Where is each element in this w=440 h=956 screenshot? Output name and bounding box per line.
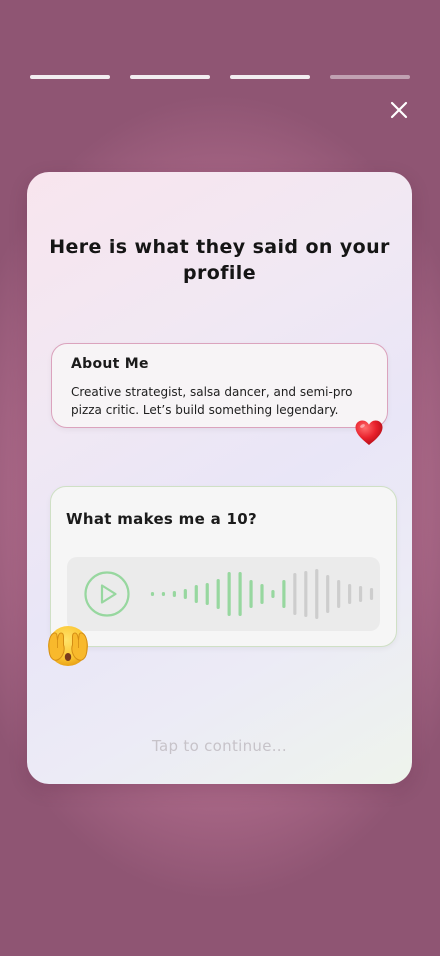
story-progress-segment — [330, 75, 410, 79]
about-me-heading: About Me — [71, 356, 149, 372]
about-me-card: About Me Creative strategist, salsa danc… — [51, 343, 388, 428]
close-icon — [390, 101, 408, 119]
audio-waveform[interactable] — [147, 567, 377, 621]
waveform-bar — [282, 580, 286, 608]
tap-to-continue-hint: Tap to continue... — [152, 737, 287, 755]
waveform-bar — [194, 585, 198, 603]
waveform-bar — [271, 590, 275, 598]
story-progress-segment — [30, 75, 110, 79]
waveform-bar — [150, 592, 155, 596]
page-title: Here is what they said on your profile — [49, 236, 390, 284]
face-with-hand-over-eyes-emoji — [48, 626, 88, 666]
play-button[interactable] — [84, 571, 130, 617]
story-progress-segment — [130, 75, 210, 79]
waveform-bar — [216, 579, 220, 609]
voice-prompt-card: What makes me a 10? — [50, 486, 397, 647]
waveform-bar — [304, 571, 308, 617]
story-card[interactable]: Here is what they said on your profile A… — [27, 172, 412, 784]
waveform-bar — [227, 572, 231, 616]
waveform-bar — [260, 584, 264, 604]
story-progress — [30, 75, 410, 79]
heart-emoji — [355, 420, 383, 445]
voice-player — [67, 557, 380, 631]
voice-prompt-heading: What makes me a 10? — [66, 510, 258, 528]
about-me-text: Creative strategist, salsa dancer, and s… — [71, 385, 353, 417]
waveform-bar — [161, 592, 166, 596]
waveform-bar — [205, 583, 209, 605]
waveform-bar — [293, 573, 297, 615]
story-progress-segment — [230, 75, 310, 79]
waveform-bar — [358, 586, 363, 602]
waveform-bar — [249, 580, 253, 608]
close-button[interactable] — [386, 98, 412, 122]
waveform-bar — [238, 572, 242, 616]
play-icon — [100, 584, 117, 604]
waveform-bar — [315, 569, 319, 619]
waveform-bar — [348, 584, 352, 604]
waveform-bar — [369, 588, 374, 600]
waveform-bar — [172, 591, 176, 597]
waveform-bar — [326, 575, 330, 613]
waveform-bar — [337, 580, 341, 608]
waveform-bar — [183, 589, 187, 599]
